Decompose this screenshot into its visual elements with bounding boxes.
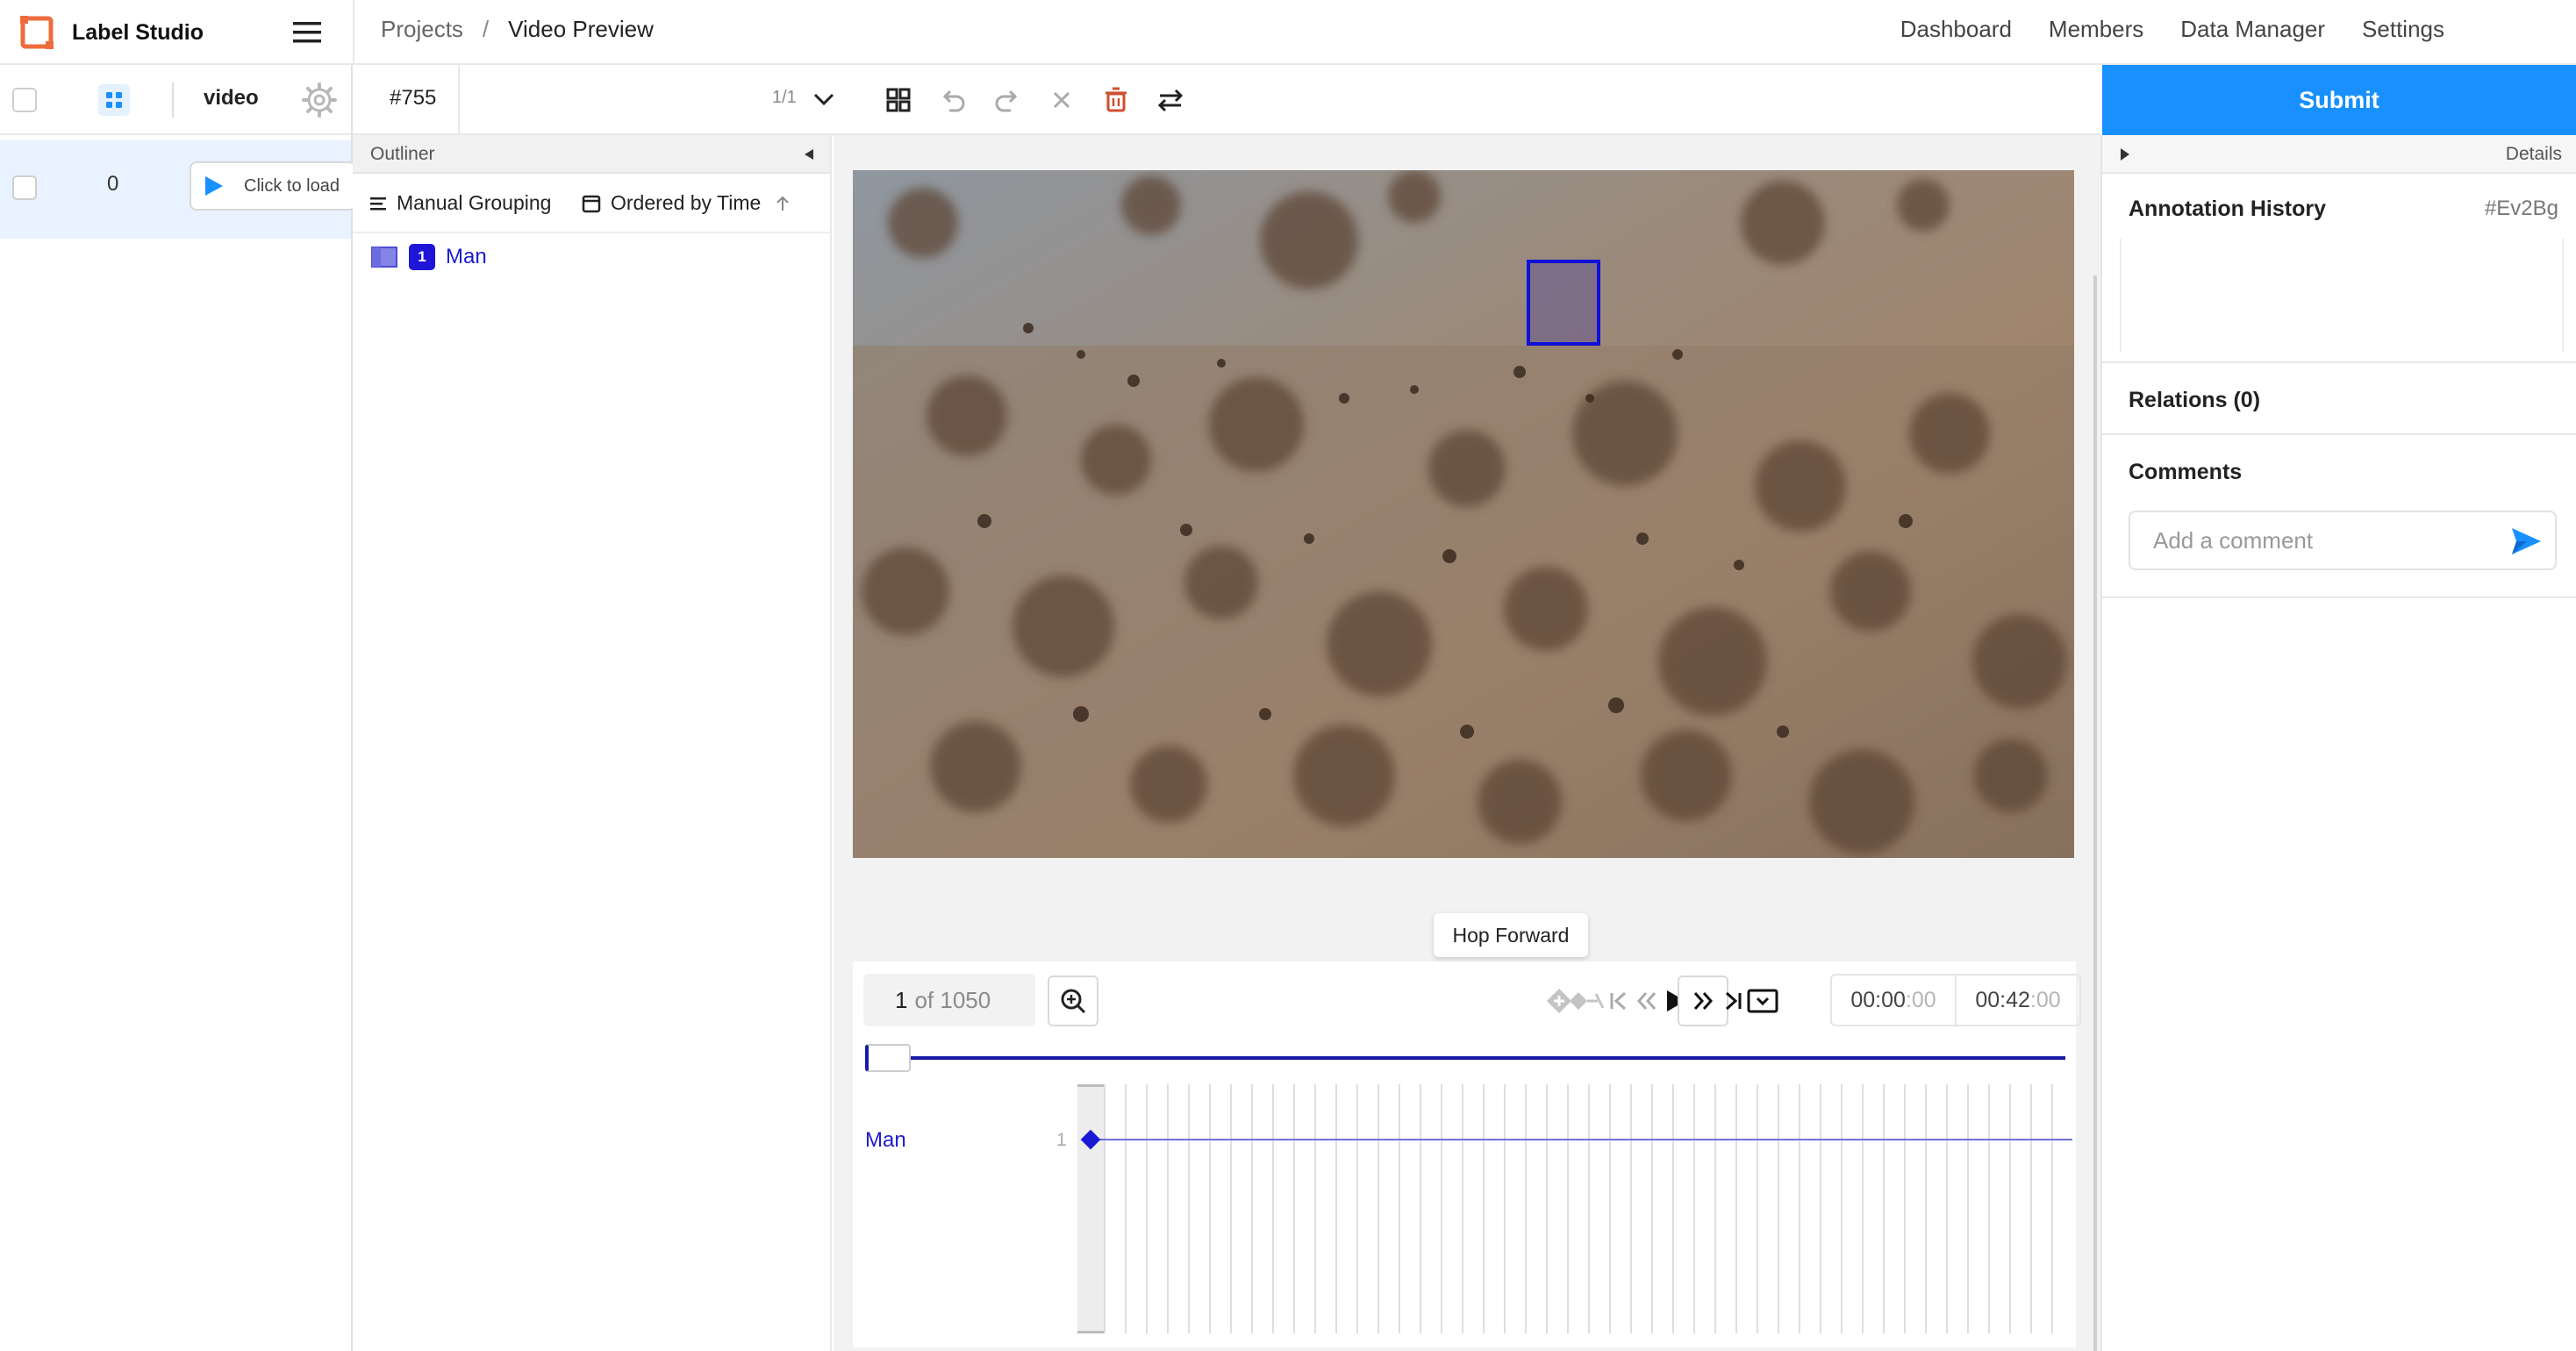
annotation-history-title: Annotation History bbox=[2129, 197, 2326, 221]
send-icon[interactable] bbox=[2509, 525, 2543, 558]
click-to-load-button[interactable]: Click to load bbox=[190, 161, 356, 211]
frame-counter[interactable]: 1 of 1050 bbox=[863, 974, 1035, 1026]
video-frame[interactable] bbox=[853, 170, 2074, 858]
top-nav-links: Dashboard Members Data Manager Settings bbox=[1900, 16, 2444, 43]
trash-icon[interactable] bbox=[1098, 82, 1134, 118]
timeline-gutter bbox=[1077, 1084, 1104, 1333]
column-header-video[interactable]: video bbox=[204, 86, 259, 111]
chevron-down-icon[interactable] bbox=[809, 84, 839, 114]
timeline-panel: Man 1 bbox=[853, 1084, 2076, 1347]
video-controls: 1 of 1050 00:00:00 00:42:00 bbox=[853, 961, 2081, 1040]
app-name: Label Studio bbox=[72, 19, 204, 45]
annotation-toolbar: #755 1/1 bbox=[353, 65, 2100, 135]
arrow-up-icon[interactable] bbox=[773, 194, 792, 213]
breadcrumb-separator: / bbox=[482, 16, 490, 42]
brand[interactable]: Label Studio bbox=[19, 11, 204, 54]
redo-icon[interactable] bbox=[990, 82, 1025, 118]
label-studio-logo-icon bbox=[20, 16, 54, 49]
comments-title: Comments bbox=[2129, 460, 2243, 484]
hop-forward-tooltip: Hop Forward bbox=[1434, 913, 1588, 957]
manual-grouping-label: Manual Grouping bbox=[397, 191, 552, 214]
seekbar-track bbox=[865, 1056, 2065, 1060]
collapse-left-icon[interactable] bbox=[798, 144, 819, 165]
relations-title[interactable]: Relations (0) bbox=[2129, 388, 2260, 413]
header-divider bbox=[172, 82, 174, 118]
details-sidebar: Details Annotation History #Ev2Bg Relati… bbox=[2100, 135, 2576, 1351]
outliner-tools: Manual Grouping Ordered by Time bbox=[353, 175, 830, 233]
timeline-toggle-button[interactable] bbox=[1737, 976, 1788, 1026]
current-time-value: 00:00 bbox=[1850, 987, 1906, 1012]
timeline-grid bbox=[1104, 1084, 2069, 1333]
gear-icon[interactable] bbox=[300, 81, 339, 119]
list-icon bbox=[370, 197, 386, 210]
zoom-in-icon bbox=[1061, 989, 1086, 1014]
section-divider bbox=[2102, 361, 2576, 363]
grid-layout-icon[interactable] bbox=[881, 82, 916, 118]
ordered-by-time-label: Ordered by Time bbox=[611, 191, 762, 214]
seekbar[interactable] bbox=[853, 1040, 2076, 1088]
annotation-pager: 1/1 bbox=[772, 88, 797, 107]
comment-input[interactable] bbox=[2130, 512, 2499, 568]
data-manager-panel: video 0 Click to load bbox=[0, 65, 356, 1351]
region-item[interactable]: 1 Man bbox=[370, 244, 487, 270]
current-time: 00:00:00 bbox=[1830, 974, 1957, 1026]
select-all-checkbox[interactable] bbox=[12, 88, 37, 112]
outliner-title: Outliner bbox=[370, 144, 435, 164]
annotation-history-list bbox=[2120, 239, 2564, 353]
task-id-cell: 0 bbox=[107, 172, 119, 196]
task-id: #755 bbox=[390, 86, 437, 110]
row-checkbox[interactable] bbox=[12, 175, 37, 200]
bounding-box-region[interactable] bbox=[1527, 260, 1600, 346]
swap-icon[interactable] bbox=[1153, 82, 1188, 118]
total-duration-ms: :00 bbox=[2029, 987, 2061, 1012]
breadcrumb: Projects / Video Preview bbox=[381, 16, 654, 43]
scrollbar[interactable] bbox=[2093, 275, 2097, 1351]
section-divider bbox=[2102, 433, 2576, 435]
expand-right-icon[interactable] bbox=[2116, 146, 2134, 163]
nav-dashboard-link[interactable]: Dashboard bbox=[1900, 16, 2012, 43]
video-frame-image bbox=[853, 170, 2074, 858]
panel-toggle-icon bbox=[1747, 989, 1778, 1013]
undo-icon[interactable] bbox=[935, 82, 970, 118]
hamburger-menu-icon[interactable] bbox=[290, 15, 325, 50]
click-to-load-label: Click to load bbox=[244, 175, 340, 196]
nav-members-link[interactable]: Members bbox=[2049, 16, 2143, 43]
nav-settings-link[interactable]: Settings bbox=[2362, 16, 2444, 43]
ordered-by-time-button[interactable]: Ordered by Time bbox=[581, 191, 801, 215]
outliner-panel: Outliner Manual Grouping Ordered by Time bbox=[353, 135, 832, 1351]
zoom-button[interactable] bbox=[1048, 976, 1098, 1026]
calendar-icon bbox=[582, 195, 601, 212]
close-icon[interactable] bbox=[1044, 82, 1079, 118]
details-label: Details bbox=[2505, 144, 2562, 164]
nav-divider bbox=[353, 0, 354, 65]
sidebar-header: Details bbox=[2102, 135, 2576, 174]
annotation-history-id: #Ev2Bg bbox=[2484, 197, 2558, 220]
region-label: Man bbox=[446, 245, 487, 268]
comment-box bbox=[2129, 511, 2557, 570]
current-frame: 1 bbox=[895, 986, 908, 1013]
seekbar-handle[interactable] bbox=[865, 1044, 911, 1072]
toolbar-divider bbox=[458, 65, 460, 135]
timeline-track[interactable] bbox=[1090, 1139, 2072, 1140]
total-duration: 00:42:00 bbox=[1955, 974, 2081, 1026]
region-index-badge: 1 bbox=[409, 244, 435, 270]
total-duration-value: 00:42 bbox=[1975, 987, 2030, 1012]
nav-data-manager-link[interactable]: Data Manager bbox=[2180, 16, 2325, 43]
breadcrumb-projects-link[interactable]: Projects bbox=[381, 16, 463, 43]
task-row[interactable]: 0 Click to load bbox=[0, 140, 356, 239]
manual-grouping-button[interactable]: Manual Grouping bbox=[369, 191, 551, 215]
video-rectangle-icon bbox=[371, 247, 397, 268]
total-frames: of 1050 bbox=[914, 986, 991, 1013]
submit-button[interactable]: Submit bbox=[2102, 65, 2576, 135]
top-navigation-bar: Label Studio Projects / Video Preview Da… bbox=[0, 0, 2576, 65]
timeline-region-label[interactable]: Man bbox=[865, 1128, 906, 1153]
timeline-region-count: 1 bbox=[1056, 1130, 1067, 1150]
outliner-header: Outliner bbox=[353, 135, 830, 174]
play-icon bbox=[205, 176, 223, 196]
current-time-ms: :00 bbox=[1905, 987, 1936, 1012]
data-manager-header: video bbox=[0, 65, 351, 135]
breadcrumb-current-project: Video Preview bbox=[508, 16, 654, 42]
section-divider bbox=[2102, 597, 2576, 598]
grid-view-icon[interactable] bbox=[98, 84, 130, 116]
